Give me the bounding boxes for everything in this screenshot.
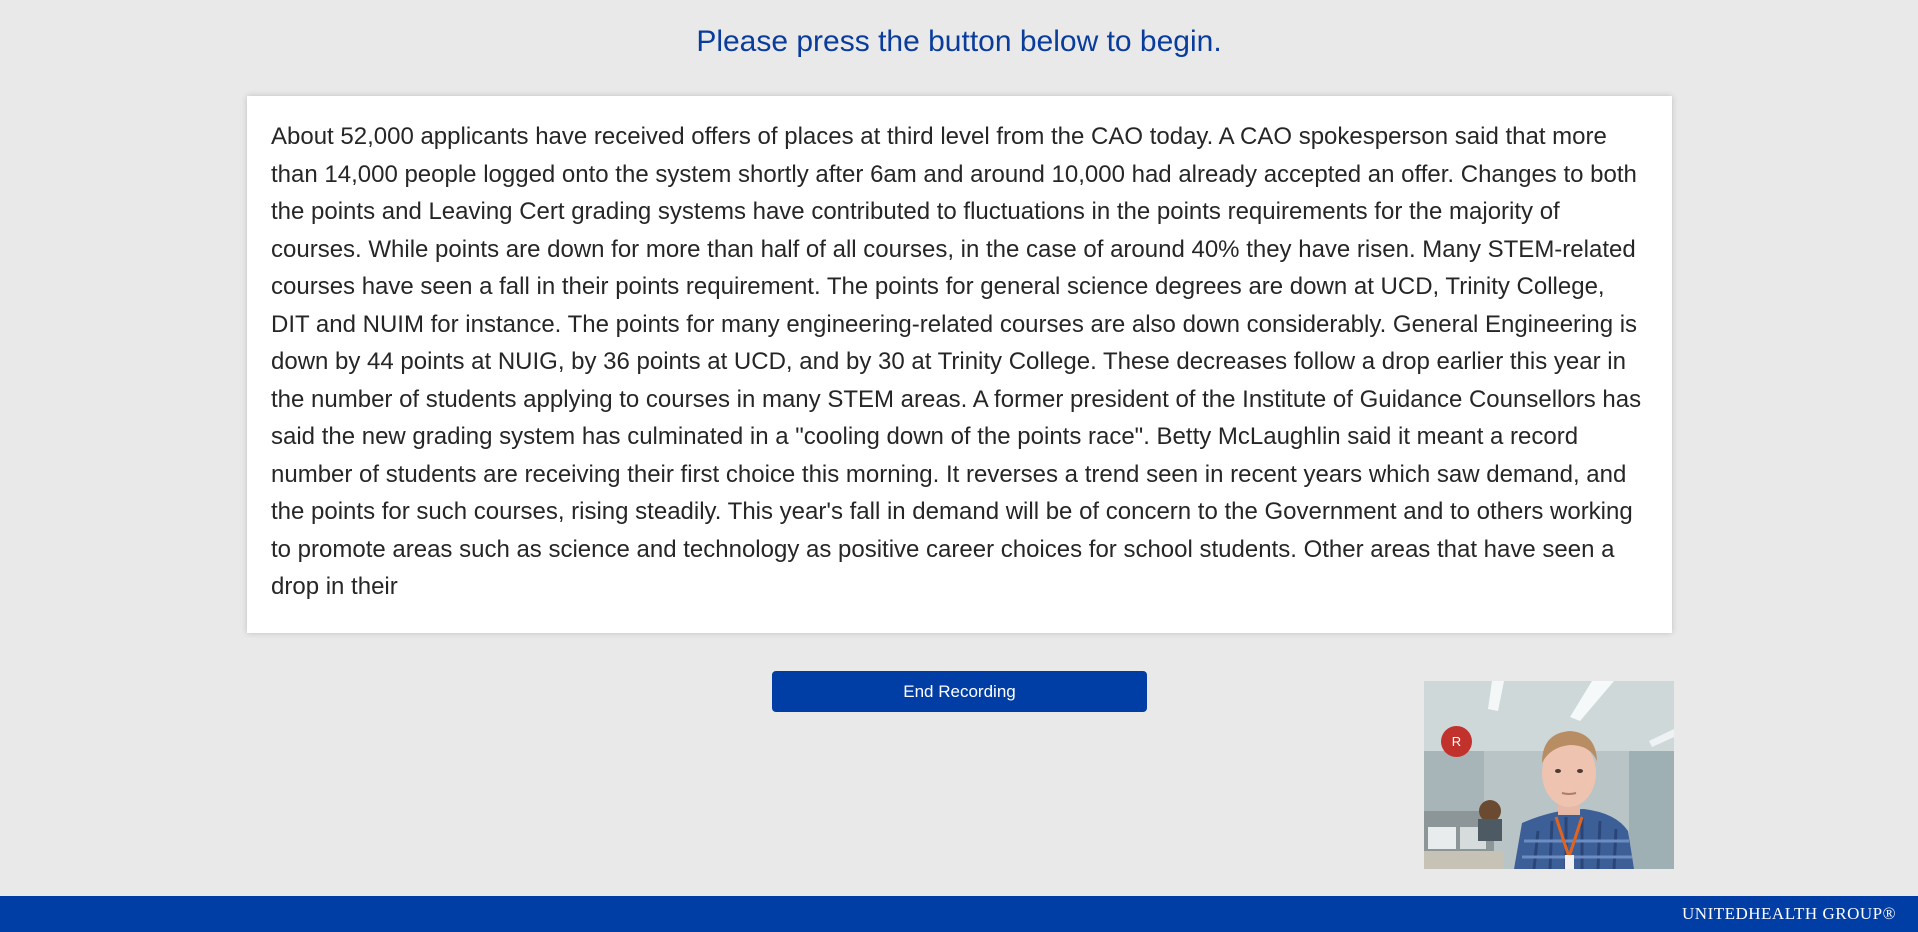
webcam-video-frame bbox=[1424, 681, 1674, 869]
recording-indicator-badge: R bbox=[1441, 726, 1472, 757]
instruction-heading: Please press the button below to begin. bbox=[696, 25, 1222, 58]
webcam-preview: R bbox=[1424, 681, 1674, 869]
reading-passage-text: About 52,000 applicants have received of… bbox=[271, 123, 1642, 600]
unitedhealth-group-logo: UNITEDHEALTH GROUP® bbox=[1682, 904, 1896, 923]
footer-bar: UNITEDHEALTH GROUP® bbox=[0, 896, 1918, 932]
reading-passage-card: About 52,000 applicants have received of… bbox=[247, 96, 1672, 633]
end-recording-button[interactable]: End Recording bbox=[772, 671, 1147, 712]
recording-page: Please press the button below to begin. … bbox=[0, 0, 1918, 932]
